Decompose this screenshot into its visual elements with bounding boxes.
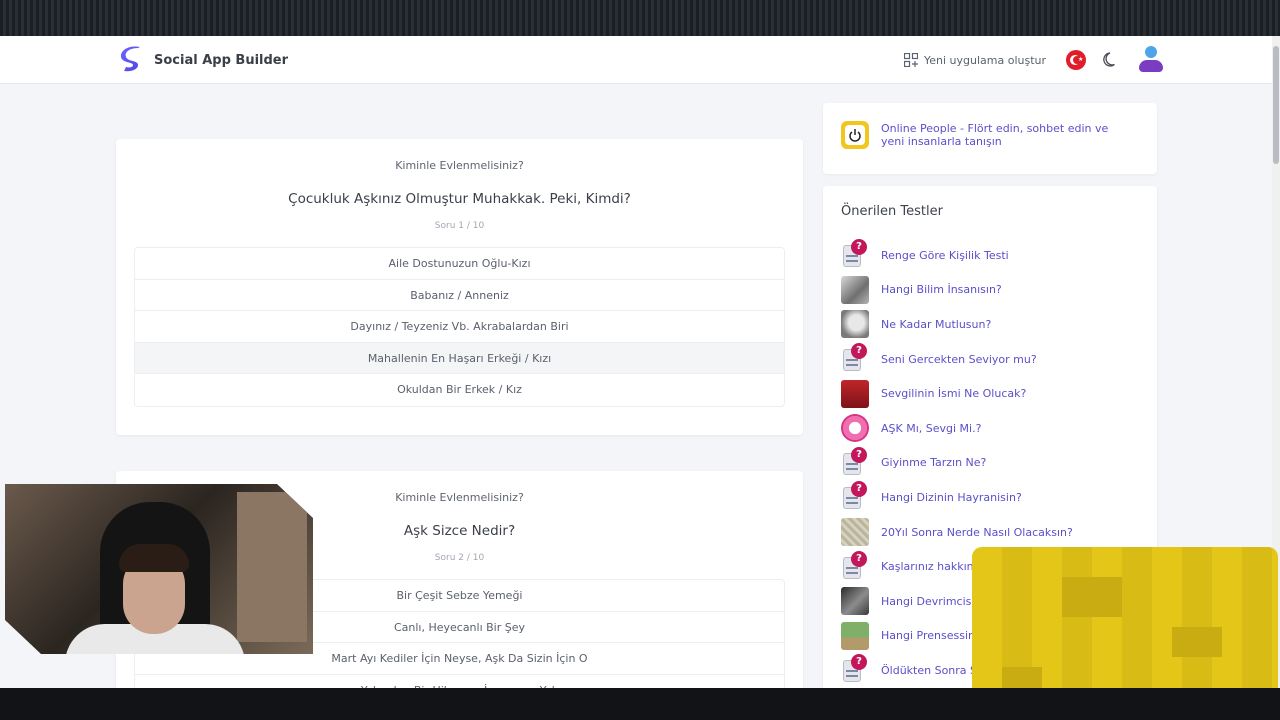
promo-card: Online People - Flört edin, sohbet edin … [823,103,1157,174]
recommended-item-label: Ne Kadar Mutlusun? [881,317,992,331]
photo-thumbnail [841,275,869,304]
recommended-item-label: Hangi Dizinin Hayranisin? [881,490,1022,504]
recommended-item-label: Öldükten Sonra S [881,663,978,677]
answer-option[interactable]: Aile Dostunuzun Oğlu-Kızı [135,248,784,280]
quiz-icon: ? [841,239,869,269]
answer-option[interactable]: Mahallenin En Haşarı Erkeği / Kızı [135,342,784,375]
brand-logo-icon [120,46,140,72]
photo-thumbnail [841,310,869,339]
video-frame-bottom [0,688,1280,720]
quiz-icon: ? [841,550,869,581]
create-app-label: Yeni uygulama oluştur [924,53,1047,67]
quiz-icon: ? [841,446,869,477]
photo-thumbnail [841,587,869,616]
grid-plus-icon [904,53,918,67]
top-navbar: Social App Builder Yeni uygulama oluştur… [0,36,1272,84]
recommended-item[interactable]: 20Yıl Sonra Nerde Nasıl Olacaksın? [841,515,1141,550]
brand[interactable]: Social App Builder [120,46,288,74]
photo-thumbnail [841,621,869,650]
create-app-button[interactable]: Yeni uygulama oluştur [904,53,1046,67]
quiz-icon: ? [841,654,869,684]
recommended-item[interactable]: Ne Kadar Mutlusun? [841,307,1141,342]
answer-option[interactable]: Okuldan Bir Erkek / Kız [135,374,784,406]
recommended-item-label: Hangi Prensessin [881,629,975,643]
recommended-item[interactable]: Sevgilinin İsmi Ne Olucak? [841,376,1141,411]
quiz-icon: ? [841,343,869,373]
answer-option[interactable]: Babanız / Anneniz [135,280,784,312]
promo-link[interactable]: Online People - Flört edin, sohbet edin … [881,122,1131,148]
recommended-item-label: Hangi Devrimcisin [881,594,982,608]
recommended-title: Önerilen Testler [841,204,943,219]
quiz-icon: ? [841,481,869,511]
navbar-actions: Yeni uygulama oluştur ★ [904,46,1164,74]
dark-mode-moon-icon[interactable] [1102,51,1120,69]
power-icon [841,121,869,149]
recommended-item[interactable]: Hangi Bilim İnsanısın? [841,273,1141,308]
photo-thumbnail [841,379,869,408]
recommended-item-label: 20Yıl Sonra Nerde Nasıl Olacaksın? [881,525,1073,539]
photo-thumbnail [841,518,869,547]
recommended-item-label: Kaşlarınız hakkın [881,560,974,574]
answer-option[interactable]: Dayınız / Teyzeniz Vb. Akrabalardan Biri [135,311,784,343]
user-avatar-icon[interactable] [1138,46,1164,74]
recommended-item-label: Seni Gercekten Seviyor mu? [881,352,1037,366]
turkey-flag-icon[interactable]: ★ [1066,50,1087,70]
question-text: Çocukluk Aşkınız Olmuştur Muhakkak. Peki… [288,191,631,207]
video-frame-top [0,0,1280,36]
recommended-item[interactable]: ? Renge Göre Kişilik Testi [841,238,1141,273]
recommended-item-label: AŞK Mı, Sevgi Mi.? [881,421,982,435]
recommended-item-label: Hangi Bilim İnsanısın? [881,283,1002,297]
photo-thumbnail [841,414,869,443]
brand-name: Social App Builder [154,52,289,68]
recommended-item[interactable]: ? Seni Gercekten Seviyor mu? [841,342,1141,377]
recommended-item[interactable]: ? Giyinme Tarzın Ne? [841,446,1141,481]
recommended-item-label: Sevgilinin İsmi Ne Olucak? [881,387,1027,401]
webcam-overlay [5,484,313,654]
quiz-name: Kiminle Evlenmelisiniz? [395,159,524,172]
question-counter: Soru 1 / 10 [434,221,485,231]
quiz-question-card-1: Kiminle Evlenmelisiniz? Çocukluk Aşkınız… [116,139,803,435]
recommended-item-label: Renge Göre Kişilik Testi [881,248,1009,262]
recommended-item-label: Giyinme Tarzın Ne? [881,456,987,470]
recommended-item[interactable]: AŞK Mı, Sevgi Mi.? [841,411,1141,446]
recommended-item[interactable]: ? Hangi Dizinin Hayranisin? [841,480,1141,515]
scrollbar-thumb[interactable] [1273,46,1279,164]
answer-list: Aile Dostunuzun Oğlu-Kızı Babanız / Anne… [134,247,785,407]
